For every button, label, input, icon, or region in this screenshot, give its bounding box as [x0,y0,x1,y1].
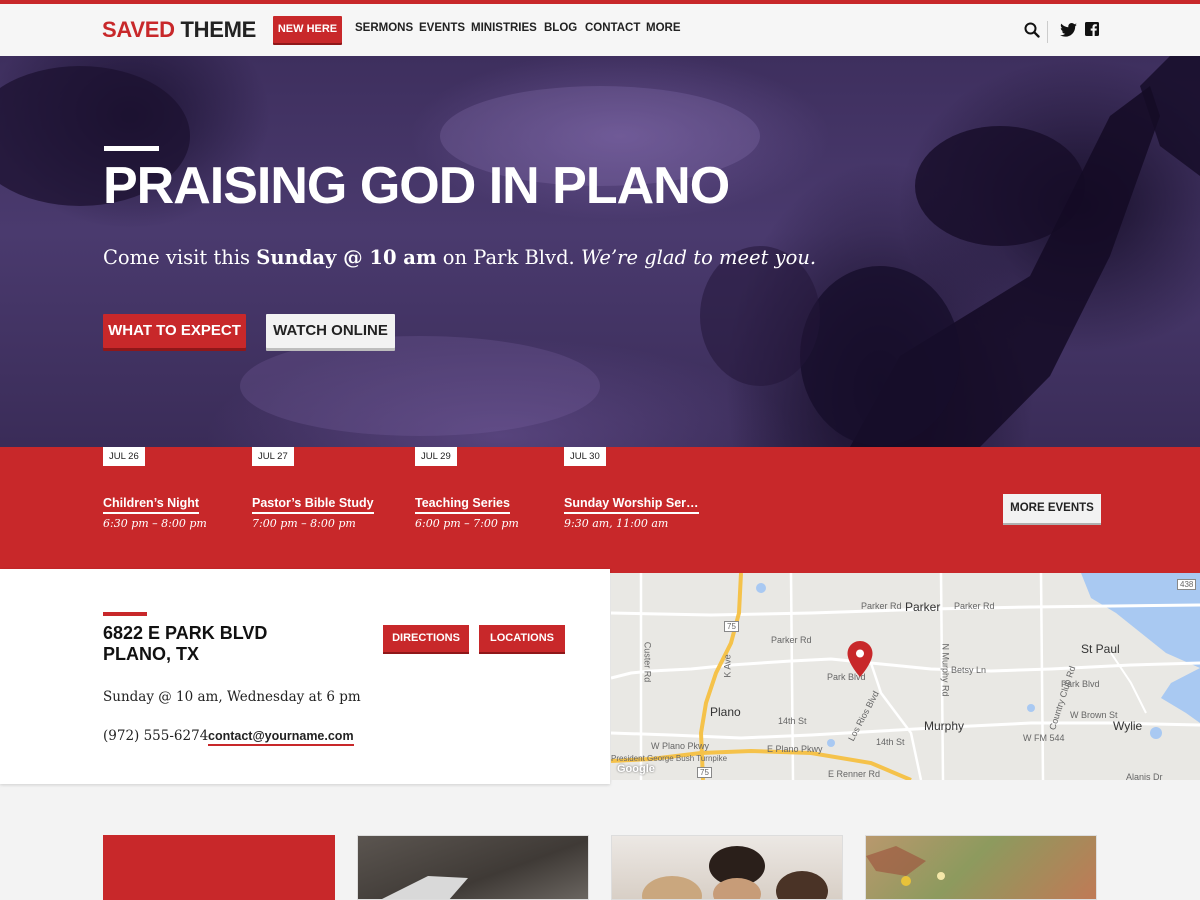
hero-title: PRAISING GOD IN PLANO [103,157,730,215]
feature-card[interactable] [865,835,1097,900]
highway-shield: 75 [697,767,712,778]
feature-card-image [866,846,945,886]
what-to-expect-button[interactable]: WHAT TO EXPECT [103,314,246,348]
address-line-2: PLANO, TX [103,644,200,664]
event-date: JUL 27 [252,447,294,466]
hero-intro-time: Sunday @ 10 am [256,246,437,269]
event-date: JUL 29 [415,447,457,466]
event-time: 6:30 pm – 8:00 pm [103,517,207,530]
map-road-label: W FM 544 [1023,733,1065,743]
event-title[interactable]: Sunday Worship Ser… [564,496,699,514]
nav-events[interactable]: EVENTS [419,22,465,34]
map-pin-icon[interactable] [847,641,873,677]
nav-ministries[interactable]: MINISTRIES [471,22,537,34]
watch-online-button[interactable]: WATCH ONLINE [266,314,395,348]
header-divider [1047,21,1048,43]
site-header: SAVED THEME NEW HERE SERMONS EVENTS MINI… [0,4,1200,57]
map-road-label: Custer Rd [642,641,653,683]
event-title[interactable]: Teaching Series [415,496,510,514]
map-road-label: Parker Rd [954,601,995,611]
email-link[interactable]: contact@yourname.com [208,728,354,746]
map-road-label: W Brown St [1070,710,1118,720]
directions-button[interactable]: DIRECTIONS [383,625,469,652]
logo-part-theme: THEME [180,17,256,42]
new-here-button[interactable]: NEW HERE [273,16,342,43]
location-accent-bar [103,612,147,616]
event-time: 7:00 pm – 8:00 pm [252,517,356,530]
hero-section: PRAISING GOD IN PLANO Come visit this Su… [0,56,1200,447]
location-map[interactable]: Parker St Paul Plano Murphy Wylie Parker… [611,573,1200,780]
map-road-label: Parker Rd [861,601,902,611]
map-road-label: President George Bush Turnpike [611,754,728,763]
feature-card-image [642,846,828,899]
map-road-label: 14th St [876,737,905,747]
nav-contact[interactable]: CONTACT [585,22,640,34]
more-events-button[interactable]: MORE EVENTS [1003,494,1101,523]
hero-intro: Come visit this Sunday @ 10 am on Park B… [103,244,816,272]
highway-shield: 75 [724,621,739,632]
nav-blog[interactable]: BLOG [544,22,577,34]
map-road-label: 14th St [778,716,807,726]
phone-number: (972) 555-6274 [103,728,209,744]
highway-shield: 438 [1177,579,1197,590]
map-road-label: Alanis Dr [1126,772,1163,780]
feature-card[interactable] [103,835,335,900]
hero-intro-place: on Park Blvd. [436,246,581,269]
twitter-icon[interactable] [1060,23,1077,37]
logo-part-saved: SAVED [102,17,175,42]
event-time: 6:00 pm – 7:00 pm [415,517,519,530]
event-title[interactable]: Pastor’s Bible Study [252,496,374,514]
hero-intro-text: Come visit this [103,246,257,269]
map-road-label: E Renner Rd [828,769,881,779]
address-line-1: 6822 E PARK BLVD [103,623,268,643]
map-city-label: Parker [905,600,941,614]
event-title[interactable]: Children’s Night [103,496,200,514]
events-strip: JUL 26 Children’s Night 6:30 pm – 8:00 p… [0,447,1200,573]
event-date: JUL 26 [103,447,145,466]
feature-cards [0,835,1200,900]
service-times: Sunday @ 10 am, Wednesday at 6 pm [103,689,361,705]
feature-card[interactable] [357,835,589,900]
nav-sermons[interactable]: SERMONS [355,22,413,34]
map-city-label: St Paul [1081,642,1120,656]
map-road-label: W Plano Pkwy [651,741,710,751]
feature-card[interactable] [611,835,843,900]
search-icon[interactable] [1024,22,1040,38]
map-city-label: Plano [710,705,741,719]
map-road-label: E Plano Pkwy [767,744,823,754]
map-road-label: Betsy Ln [951,665,987,675]
locations-button[interactable]: LOCATIONS [479,625,565,652]
feature-card-image [382,876,468,899]
hero-intro-welcome: We’re glad to meet you. [580,246,817,269]
location-address: 6822 E PARK BLVD PLANO, TX [103,623,267,665]
event-time: 9:30 am, 11:00 am [564,517,669,530]
event-date: JUL 30 [564,447,606,466]
site-logo[interactable]: SAVED THEME [102,17,256,43]
hero-accent-bar [104,146,159,151]
map-road-label: N Murphy Rd [940,643,951,697]
map-city-label: Wylie [1113,719,1143,733]
map-attribution: Google [617,763,655,775]
map-city-label: Murphy [924,719,965,733]
location-card: 6822 E PARK BLVD PLANO, TX DIRECTIONS LO… [0,569,610,784]
map-road-label: Parker Rd [771,635,812,645]
facebook-icon[interactable] [1085,22,1099,36]
nav-more[interactable]: MORE [646,22,681,34]
map-road-label: K Ave [722,654,733,678]
